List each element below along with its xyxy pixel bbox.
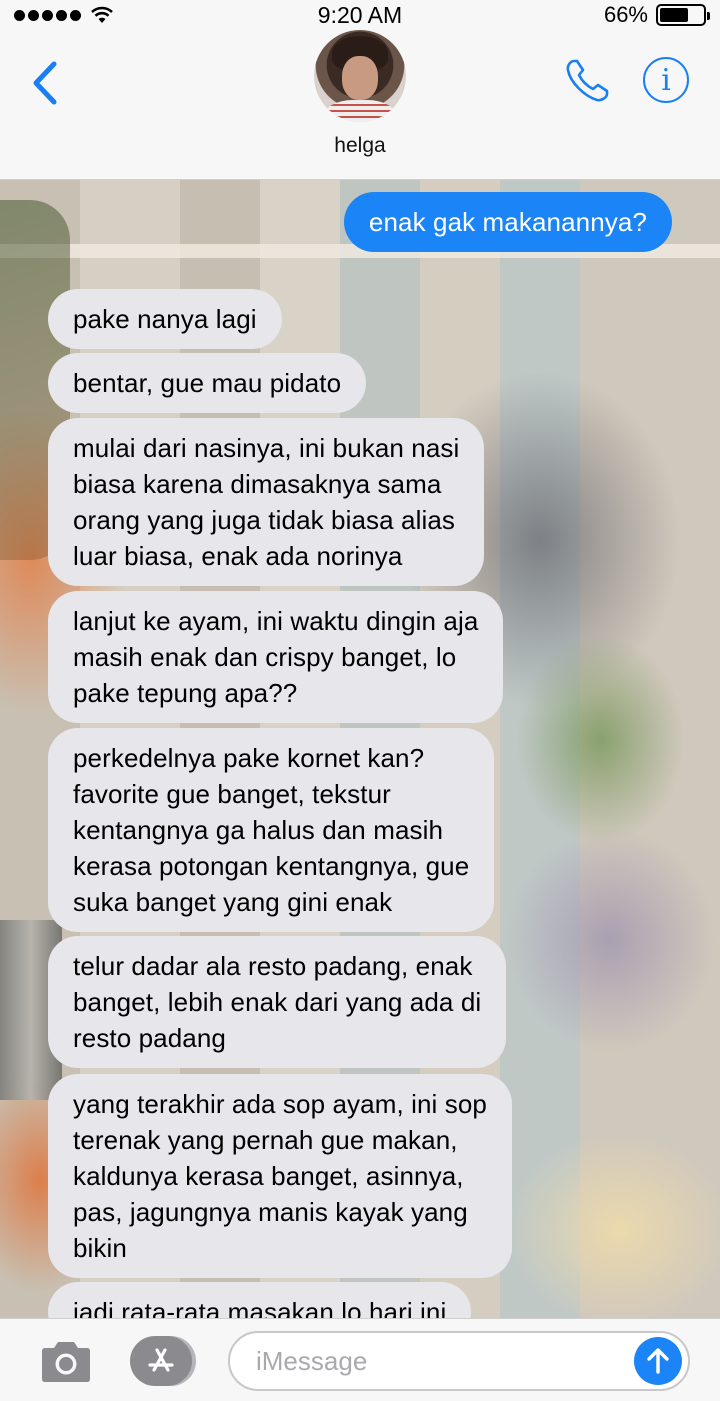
message-bubble-incoming[interactable]: pake nanya lagi — [48, 289, 282, 349]
call-button[interactable] — [562, 56, 612, 106]
camera-icon — [42, 1342, 90, 1382]
app-store-button[interactable] — [130, 1336, 192, 1386]
phone-icon — [566, 59, 609, 102]
contact-name[interactable]: helga — [0, 134, 720, 158]
camera-button[interactable] — [38, 1339, 94, 1385]
app-store-icon — [148, 1348, 174, 1372]
message-bubble-incoming[interactable]: lanjut ke ayam, ini waktu dingin aja mas… — [48, 591, 504, 723]
chevron-left-icon — [33, 61, 57, 105]
message-bubble-incoming[interactable]: mulai dari nasinya, ini bukan nasi biasa… — [48, 418, 485, 586]
send-arrow-icon — [647, 1348, 669, 1374]
status-right: 66% — [603, 2, 710, 28]
battery-fill — [660, 8, 688, 22]
message-bubble-incoming[interactable]: yang terakhir ada sop ayam, ini sop tere… — [48, 1074, 512, 1278]
conversation-header: helga i — [0, 30, 720, 180]
send-button[interactable] — [634, 1337, 682, 1385]
status-bar: 9:20 AM 66% — [0, 0, 720, 30]
contact-avatar[interactable] — [314, 30, 406, 122]
message-bubble-incoming[interactable]: telur dadar ala resto padang, enak bange… — [48, 936, 507, 1068]
message-bubble-incoming[interactable]: jadi rata-rata masakan lo hari ini — [48, 1282, 472, 1318]
message-bubble-incoming[interactable]: bentar, gue mau pidato — [48, 353, 367, 413]
compose-bar — [0, 1318, 720, 1401]
battery-icon — [656, 4, 710, 26]
message-thread[interactable]: enak gak makanannya? pake nanya lagi ben… — [0, 180, 720, 1318]
info-icon: i — [661, 62, 671, 98]
info-button[interactable]: i — [643, 57, 689, 103]
message-input[interactable] — [228, 1331, 690, 1391]
message-bubble-incoming[interactable]: perkedelnya pake kornet kan? favorite gu… — [48, 728, 495, 932]
back-button[interactable] — [26, 58, 66, 108]
message-bubble-outgoing[interactable]: enak gak makanannya? — [343, 192, 672, 252]
battery-percentage: 66% — [603, 2, 648, 27]
